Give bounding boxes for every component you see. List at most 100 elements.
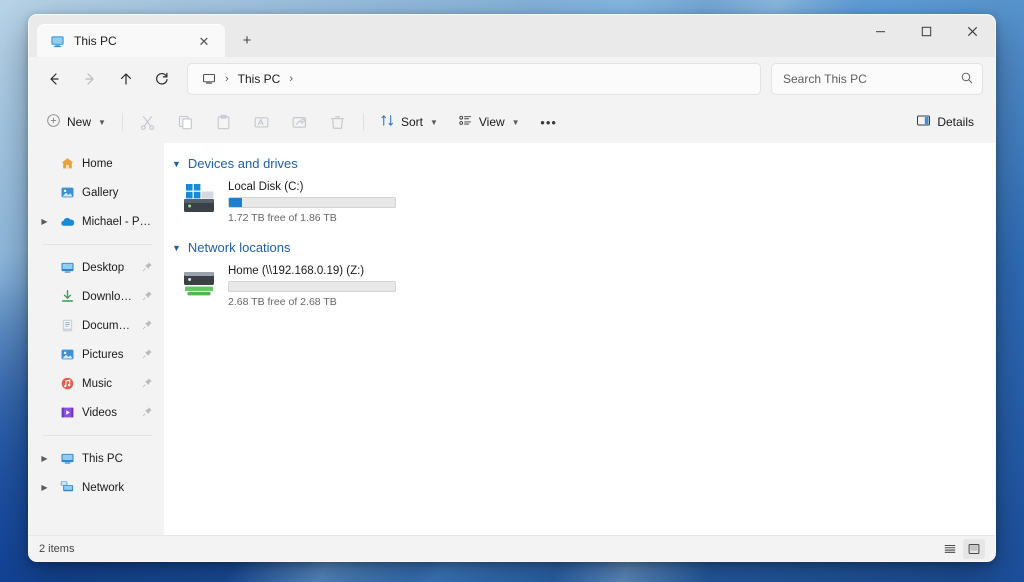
toolbar-divider bbox=[122, 113, 123, 131]
search-placeholder: Search This PC bbox=[783, 72, 960, 86]
sidebar-item-network[interactable]: ▶ Network bbox=[35, 474, 158, 501]
view-label: View bbox=[479, 115, 505, 129]
chevron-down-icon[interactable]: ▼ bbox=[430, 118, 438, 127]
network-icon bbox=[59, 480, 75, 496]
details-view-button[interactable] bbox=[939, 539, 961, 559]
minimize-button[interactable] bbox=[857, 15, 903, 47]
view-toggle-group bbox=[939, 539, 985, 559]
chevron-down-icon[interactable]: ▼ bbox=[172, 243, 181, 253]
documents-icon bbox=[59, 318, 75, 334]
chevron-down-icon[interactable]: ▼ bbox=[98, 118, 106, 127]
group-header-network[interactable]: ▼ Network locations bbox=[164, 237, 995, 258]
item-count-label: 2 items bbox=[39, 543, 74, 555]
downloads-icon bbox=[59, 289, 75, 305]
pin-icon[interactable] bbox=[142, 261, 154, 275]
tab-this-pc[interactable]: This PC ✕ bbox=[37, 24, 225, 57]
command-toolbar: New ▼ Sort ▼ bbox=[29, 101, 995, 143]
sidebar-item-label: Music bbox=[82, 378, 135, 390]
chevron-down-icon[interactable]: ▼ bbox=[172, 159, 181, 169]
navigation-pane: ▶ Home ▶ Gallery ▶ Michael - Personal bbox=[29, 143, 164, 535]
group-title: Network locations bbox=[188, 240, 291, 255]
sidebar-item-label: Downloads bbox=[82, 291, 135, 303]
sidebar-item-label: Desktop bbox=[82, 262, 135, 274]
sidebar-item-videos[interactable]: ▶ Videos bbox=[35, 399, 158, 426]
tab-strip: This PC ✕ + bbox=[29, 24, 259, 57]
rename-button[interactable] bbox=[244, 107, 280, 137]
close-button[interactable] bbox=[949, 15, 995, 47]
title-bar: This PC ✕ + bbox=[29, 15, 995, 57]
breadcrumb-root-icon[interactable] bbox=[196, 69, 222, 90]
address-bar: › This PC › Search This PC bbox=[29, 57, 995, 101]
pin-icon[interactable] bbox=[142, 406, 154, 420]
sidebar-item-onedrive[interactable]: ▶ Michael - Personal bbox=[35, 208, 158, 235]
paste-button[interactable] bbox=[206, 107, 242, 137]
pin-icon[interactable] bbox=[142, 348, 154, 362]
sidebar-divider bbox=[43, 244, 152, 245]
sidebar-item-label: Network bbox=[82, 482, 154, 494]
network-drive-icon bbox=[180, 263, 220, 308]
new-button-label: New bbox=[67, 115, 91, 129]
delete-button[interactable] bbox=[320, 107, 356, 137]
sidebar-item-music[interactable]: ▶ Music bbox=[35, 370, 158, 397]
window-controls bbox=[857, 15, 995, 47]
sidebar-item-this-pc[interactable]: ▶ This PC bbox=[35, 445, 158, 472]
see-more-button[interactable]: ••• bbox=[531, 107, 567, 137]
drive-meta: Home (\\192.168.0.19) (Z:) 2.68 TB free … bbox=[228, 263, 396, 308]
cut-button[interactable] bbox=[130, 107, 166, 137]
breadcrumb-this-pc[interactable]: This PC bbox=[232, 69, 287, 89]
sidebar-item-gallery[interactable]: ▶ Gallery bbox=[35, 179, 158, 206]
file-list-pane[interactable]: ▼ Devices and drives bbox=[164, 143, 995, 535]
drive-name: Local Disk (C:) bbox=[228, 181, 396, 193]
share-button[interactable] bbox=[282, 107, 318, 137]
drive-free-text: 1.72 TB free of 1.86 TB bbox=[228, 212, 396, 224]
chevron-right-icon[interactable]: ▶ bbox=[37, 483, 52, 492]
main-content: ▶ Home ▶ Gallery ▶ Michael - Personal bbox=[29, 143, 995, 535]
large-icons-view-button[interactable] bbox=[963, 539, 985, 559]
sidebar-item-label: Videos bbox=[82, 407, 135, 419]
windows-drive-icon bbox=[180, 179, 220, 224]
pin-icon[interactable] bbox=[142, 319, 154, 333]
drive-item-local-disk[interactable]: Local Disk (C:) 1.72 TB free of 1.86 TB bbox=[164, 176, 995, 233]
new-tab-button[interactable]: + bbox=[235, 28, 259, 52]
capacity-bar-fill bbox=[229, 198, 242, 207]
sidebar-item-desktop[interactable]: ▶ Desktop bbox=[35, 254, 158, 281]
details-pane-button[interactable]: Details bbox=[907, 107, 983, 137]
pin-icon[interactable] bbox=[142, 377, 154, 391]
sidebar-item-downloads[interactable]: ▶ Downloads bbox=[35, 283, 158, 310]
breadcrumb-separator-end[interactable]: › bbox=[288, 73, 294, 85]
group-title: Devices and drives bbox=[188, 156, 298, 171]
up-button[interactable] bbox=[109, 63, 143, 95]
search-icon[interactable] bbox=[960, 71, 974, 88]
search-input[interactable]: Search This PC bbox=[771, 63, 983, 95]
drive-item-network-home[interactable]: Home (\\192.168.0.19) (Z:) 2.68 TB free … bbox=[164, 260, 995, 317]
sidebar-item-label: Pictures bbox=[82, 349, 135, 361]
drive-meta: Local Disk (C:) 1.72 TB free of 1.86 TB bbox=[228, 179, 396, 224]
copy-button[interactable] bbox=[168, 107, 204, 137]
sidebar-item-documents[interactable]: ▶ Documents bbox=[35, 312, 158, 339]
home-icon bbox=[59, 156, 75, 172]
sidebar-item-home[interactable]: ▶ Home bbox=[35, 150, 158, 177]
sort-button[interactable]: Sort ▼ bbox=[371, 107, 447, 137]
sort-icon bbox=[380, 113, 395, 131]
maximize-button[interactable] bbox=[903, 15, 949, 47]
chevron-right-icon[interactable]: ▶ bbox=[37, 454, 52, 463]
new-button[interactable]: New ▼ bbox=[37, 107, 115, 137]
close-icon[interactable]: ✕ bbox=[192, 29, 216, 53]
refresh-button[interactable] bbox=[145, 63, 179, 95]
chevron-down-icon[interactable]: ▼ bbox=[512, 118, 520, 127]
group-header-devices[interactable]: ▼ Devices and drives bbox=[164, 153, 995, 174]
capacity-bar bbox=[228, 281, 396, 292]
forward-button[interactable] bbox=[73, 63, 107, 95]
sidebar-item-pictures[interactable]: ▶ Pictures bbox=[35, 341, 158, 368]
onedrive-icon bbox=[59, 214, 75, 230]
view-button[interactable]: View ▼ bbox=[449, 107, 529, 137]
breadcrumb[interactable]: › This PC › bbox=[187, 63, 761, 95]
sidebar-divider-2 bbox=[43, 435, 152, 436]
chevron-right-icon[interactable]: ▶ bbox=[37, 217, 52, 226]
sidebar-item-label: This PC bbox=[82, 453, 154, 465]
back-button[interactable] bbox=[37, 63, 71, 95]
drive-free-text: 2.68 TB free of 2.68 TB bbox=[228, 296, 396, 308]
pictures-icon bbox=[59, 347, 75, 363]
status-bar: 2 items bbox=[29, 535, 995, 561]
pin-icon[interactable] bbox=[142, 290, 154, 304]
